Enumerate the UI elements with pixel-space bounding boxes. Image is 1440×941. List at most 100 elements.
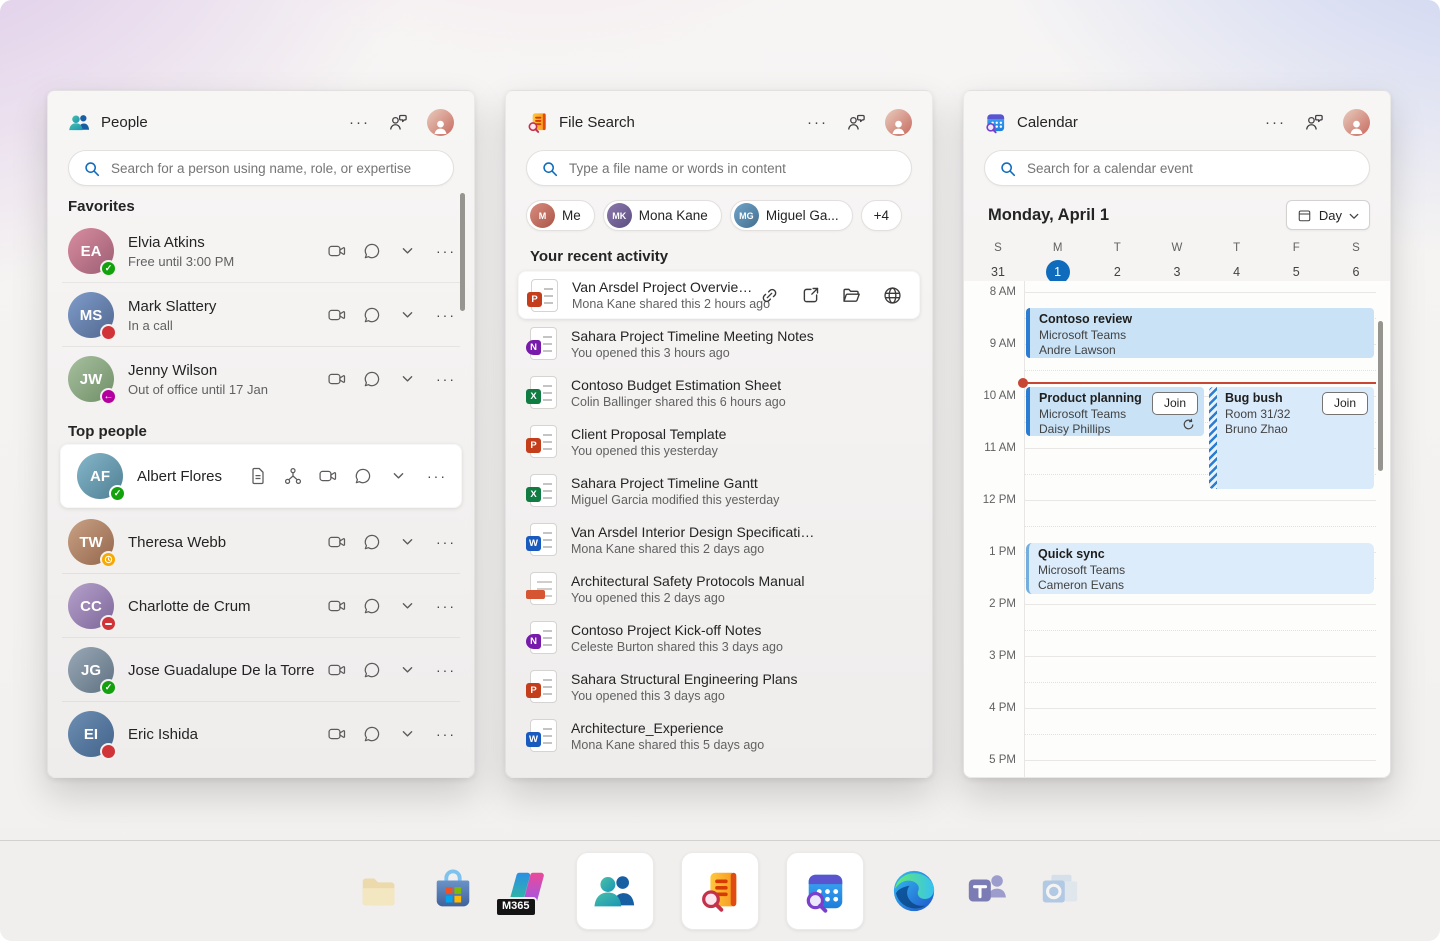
person-row[interactable]: EI Eric Ishida ··· <box>48 702 474 766</box>
person-row[interactable]: TW Theresa Webb ··· <box>48 510 474 574</box>
edge-icon[interactable] <box>891 868 937 914</box>
file-row[interactable]: Van Arsdel Interior Design Specification… <box>506 515 932 564</box>
chat-icon[interactable] <box>362 724 382 744</box>
file-row[interactable]: Contoso Project Kick-off Notes Celeste B… <box>506 613 932 662</box>
chevron-down-icon[interactable] <box>397 369 417 389</box>
event-quick-sync[interactable]: Quick sync Microsoft Teams Cameron Evans <box>1026 543 1374 594</box>
more-options-icon[interactable]: ··· <box>436 599 456 613</box>
outlook-icon[interactable] <box>1037 868 1083 914</box>
file-row-highlighted[interactable]: Van Arsdel Project Overview... Mona Kane… <box>518 271 920 319</box>
chevron-down-icon[interactable] <box>397 660 417 680</box>
more-options-icon[interactable]: ··· <box>436 535 456 549</box>
share-icon[interactable] <box>800 285 821 306</box>
join-button[interactable]: Join <box>1322 392 1368 415</box>
account-avatar[interactable] <box>427 109 454 136</box>
feedback-icon[interactable] <box>1304 112 1325 133</box>
feedback-icon[interactable] <box>388 112 409 133</box>
video-call-icon[interactable] <box>327 596 347 616</box>
event-bug-bush[interactable]: Bug bush Room 31/32 Bruno Zhao Join <box>1209 387 1374 489</box>
join-button[interactable]: Join <box>1152 392 1198 415</box>
person-row[interactable]: EA ✓ Elvia Atkins Free until 3:00 PM ··· <box>48 219 474 283</box>
filter-chip-more[interactable]: +4 <box>861 200 902 231</box>
week-day-saturday[interactable]: S6 <box>1338 242 1374 284</box>
people-search-input[interactable] <box>109 160 439 177</box>
chat-icon[interactable] <box>362 532 382 552</box>
video-call-icon[interactable] <box>327 532 347 552</box>
person-row[interactable]: MS Mark Slattery In a call ··· <box>48 283 474 347</box>
file-row[interactable]: Contoso Budget Estimation Sheet Colin Ba… <box>506 368 932 417</box>
person-row[interactable]: JW ← Jenny Wilson Out of office until 17… <box>48 347 474 411</box>
profile-card-icon[interactable] <box>248 466 268 486</box>
more-options-icon[interactable]: ··· <box>436 727 456 741</box>
copy-link-icon[interactable] <box>759 285 780 306</box>
scrollbar-thumb[interactable] <box>1378 321 1383 471</box>
week-day-monday-selected[interactable]: M1 <box>1040 242 1076 284</box>
scrollbar-thumb[interactable] <box>460 193 465 311</box>
event-product-planning[interactable]: Product planning Microsoft Teams Daisy P… <box>1026 387 1204 436</box>
org-chart-icon[interactable] <box>283 466 303 486</box>
file-search-input[interactable] <box>567 160 897 177</box>
video-call-icon[interactable] <box>318 466 338 486</box>
file-row[interactable]: Sahara Structural Engineering Plans You … <box>506 662 932 711</box>
chevron-down-icon[interactable] <box>397 241 417 261</box>
file-row[interactable]: Architectural Safety Protocols Manual Yo… <box>506 564 932 613</box>
chat-icon[interactable] <box>353 466 373 486</box>
chat-icon[interactable] <box>362 369 382 389</box>
open-in-browser-icon[interactable] <box>882 285 903 306</box>
file-row[interactable]: Client Proposal Template You opened this… <box>506 417 932 466</box>
filter-chip-miguel[interactable]: MG Miguel Ga... <box>730 200 853 231</box>
teams-icon[interactable] <box>964 868 1010 914</box>
chevron-down-icon[interactable] <box>397 532 417 552</box>
calendar-search-input[interactable] <box>1025 160 1355 177</box>
people-search-bar <box>68 150 454 186</box>
person-row[interactable]: JG ✓ Jose Guadalupe De la Torre ··· <box>48 638 474 702</box>
chevron-down-icon[interactable] <box>397 724 417 744</box>
more-options-icon[interactable]: ··· <box>427 469 447 483</box>
open-folder-icon[interactable] <box>841 285 862 306</box>
week-day-sunday[interactable]: S31 <box>980 242 1016 284</box>
more-options-icon[interactable]: ··· <box>436 663 456 677</box>
feedback-icon[interactable] <box>846 112 867 133</box>
chevron-down-icon[interactable] <box>397 305 417 325</box>
file-search-app-button[interactable] <box>681 852 759 930</box>
file-row[interactable]: Sahara Project Timeline Meeting Notes Yo… <box>506 319 932 368</box>
person-row[interactable]: CC Charlotte de Crum ··· <box>48 574 474 638</box>
video-call-icon[interactable] <box>327 660 347 680</box>
video-call-icon[interactable] <box>327 305 347 325</box>
account-avatar[interactable] <box>1343 109 1370 136</box>
video-call-icon[interactable] <box>327 241 347 261</box>
people-search-app-button[interactable] <box>576 852 654 930</box>
more-options-icon[interactable]: ··· <box>349 115 370 130</box>
calendar-search-app-button[interactable] <box>786 852 864 930</box>
week-day-thursday[interactable]: T4 <box>1219 242 1255 284</box>
week-day-friday[interactable]: F5 <box>1278 242 1314 284</box>
chevron-down-icon[interactable] <box>397 596 417 616</box>
filter-chip-mona-kane[interactable]: MK Mona Kane <box>603 200 722 231</box>
week-day-tuesday[interactable]: T2 <box>1099 242 1135 284</box>
m365-copilot-icon[interactable]: M365 <box>503 868 549 914</box>
chat-icon[interactable] <box>362 596 382 616</box>
file-row[interactable]: Sahara Project Timeline Gantt Miguel Gar… <box>506 466 932 515</box>
file-explorer-icon[interactable] <box>357 868 403 914</box>
chat-icon[interactable] <box>362 305 382 325</box>
filter-chip-me[interactable]: M Me <box>526 200 595 231</box>
video-call-icon[interactable] <box>327 369 347 389</box>
chevron-down-icon[interactable] <box>388 466 408 486</box>
view-selector-button[interactable]: Day <box>1286 200 1370 230</box>
more-options-icon[interactable]: ··· <box>436 372 456 386</box>
more-options-icon[interactable]: ··· <box>436 244 456 258</box>
account-avatar[interactable] <box>885 109 912 136</box>
microsoft-store-icon[interactable] <box>430 868 476 914</box>
chat-icon[interactable] <box>362 241 382 261</box>
person-row-highlighted[interactable]: AF ✓ Albert Flores ··· <box>60 444 462 508</box>
more-options-icon[interactable]: ··· <box>1265 115 1286 130</box>
week-day-wednesday[interactable]: W3 <box>1159 242 1195 284</box>
more-options-icon[interactable]: ··· <box>807 115 828 130</box>
file-activity: You opened this 3 hours ago <box>571 346 814 360</box>
day-letter: S <box>994 242 1002 254</box>
file-row[interactable]: Architecture_Experience Mona Kane shared… <box>506 711 932 760</box>
video-call-icon[interactable] <box>327 724 347 744</box>
event-contoso-review[interactable]: Contoso review Microsoft Teams Andre Law… <box>1026 308 1374 358</box>
more-options-icon[interactable]: ··· <box>436 308 456 322</box>
chat-icon[interactable] <box>362 660 382 680</box>
